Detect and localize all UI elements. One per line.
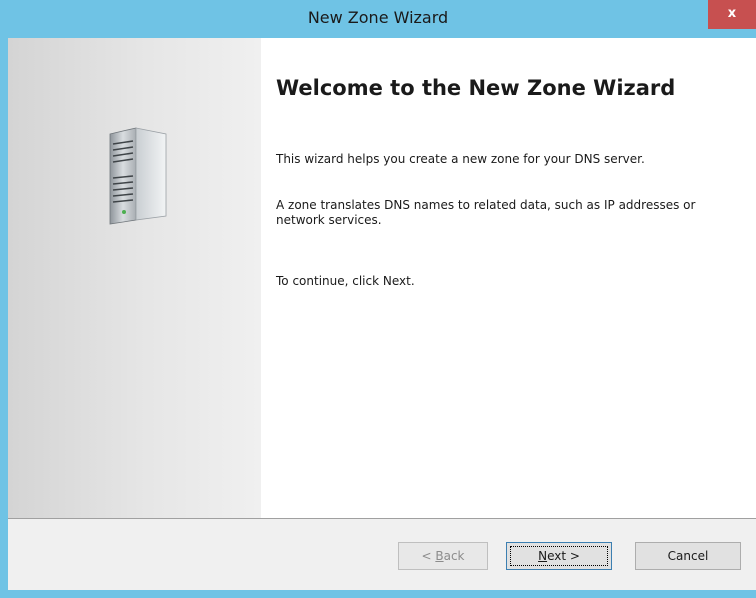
back-button[interactable]: < Back xyxy=(398,542,488,570)
back-button-prefix: < xyxy=(421,549,436,563)
cancel-button-label: Cancel xyxy=(667,549,709,563)
window-title: New Zone Wizard xyxy=(307,8,449,27)
close-button[interactable]: x xyxy=(708,0,756,29)
next-button-accelerator: N xyxy=(538,549,548,563)
wizard-content: Welcome to the New Zone Wizard This wiza… xyxy=(261,38,756,518)
next-button[interactable]: Next > xyxy=(506,542,612,570)
server-tower-icon xyxy=(109,127,167,225)
back-button-accelerator: B xyxy=(435,549,444,563)
wizard-side-panel xyxy=(8,38,261,518)
page-title: Welcome to the New Zone Wizard xyxy=(276,76,676,100)
button-divider xyxy=(8,518,756,519)
back-button-label: ack xyxy=(443,549,465,563)
zone-description-text: A zone translates DNS names to related d… xyxy=(276,198,696,227)
continue-instruction-text: To continue, click Next. xyxy=(276,274,415,288)
intro-text: This wizard helps you create a new zone … xyxy=(276,152,645,166)
next-button-label: ext > xyxy=(547,549,580,563)
close-icon: x xyxy=(727,6,737,21)
cancel-button[interactable]: Cancel xyxy=(635,542,741,570)
wizard-window: New Zone Wizard x Welcome to the New Zon… xyxy=(0,0,756,598)
wizard-body: Welcome to the New Zone Wizard This wiza… xyxy=(8,38,756,590)
title-bar[interactable]: New Zone Wizard x xyxy=(0,0,756,38)
